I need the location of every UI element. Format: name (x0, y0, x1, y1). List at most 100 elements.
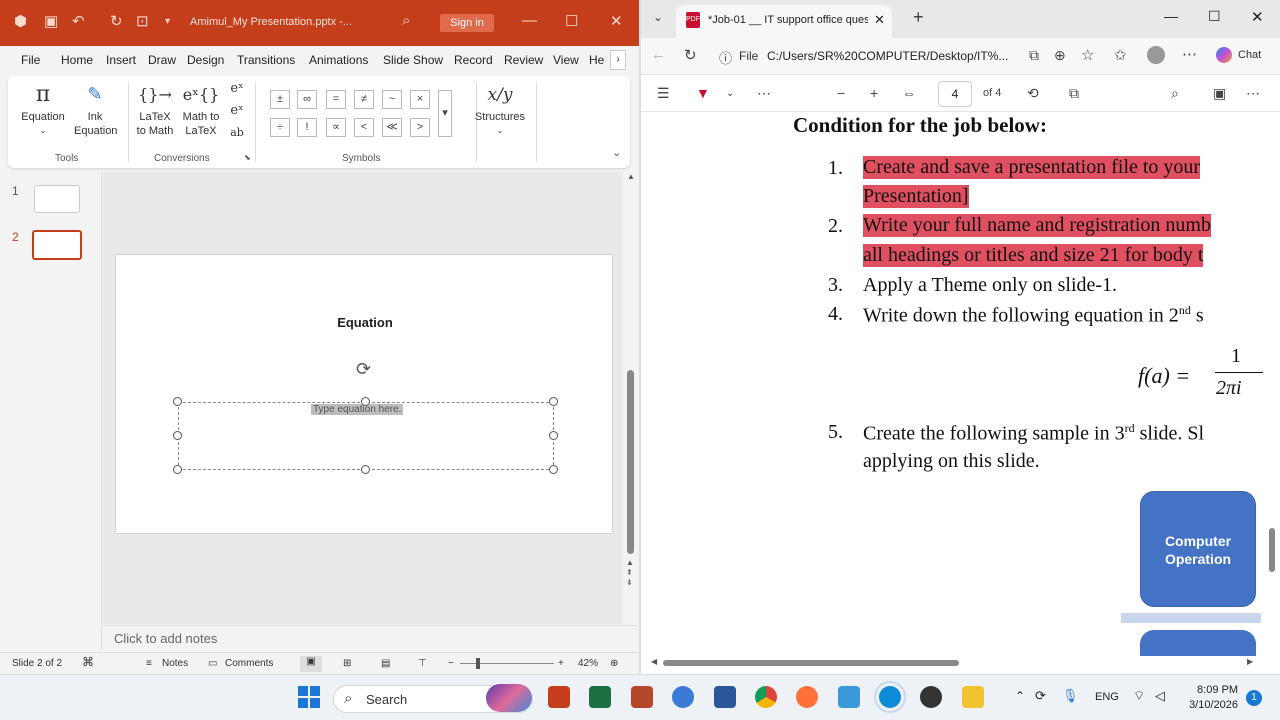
symbol-not-equal[interactable]: ≠ (354, 90, 374, 109)
maximize-icon[interactable]: ☐ (1208, 8, 1221, 25)
present-icon[interactable]: ⊡ (136, 12, 149, 30)
chevron-down-icon[interactable]: ⌄ (726, 88, 734, 99)
tab-animations[interactable]: Animations (309, 53, 368, 67)
more-tools-icon[interactable]: ⋯ (757, 85, 771, 102)
notes-button[interactable]: Notes (162, 658, 188, 669)
scrollbar-thumb[interactable] (627, 370, 634, 554)
back-icon[interactable]: ← (651, 46, 666, 63)
tab-record[interactable]: Record (454, 53, 493, 67)
close-icon[interactable]: ✕ (1251, 8, 1264, 26)
powerpoint-taskbar-icon[interactable] (548, 686, 570, 708)
zoom-out-icon[interactable]: − (837, 85, 845, 101)
symbol-less-than[interactable]: < (354, 118, 374, 137)
resize-handle[interactable] (173, 397, 182, 406)
symbol-tilde[interactable]: ~ (382, 90, 402, 109)
app-taskbar-icon[interactable] (672, 686, 694, 708)
zoom-level[interactable]: 42% (578, 658, 598, 669)
search-icon[interactable]: ⌕ (402, 12, 410, 29)
scroll-left-icon[interactable]: ◀ (651, 657, 657, 666)
math-to-latex-button[interactable]: eˣ{} Math to LaTeX (180, 80, 222, 138)
draw-icon[interactable]: ▼ (696, 85, 710, 101)
zoom-icon[interactable]: ⊕ (1054, 47, 1066, 64)
language-indicator[interactable]: ENG (1095, 691, 1119, 703)
rotate-icon[interactable]: ⟲ (1027, 85, 1039, 102)
symbol-divide[interactable]: ÷ (270, 118, 290, 137)
profile-avatar[interactable] (1147, 46, 1165, 64)
symbol-equals[interactable]: = (326, 90, 346, 109)
scroll-right-icon[interactable]: ▶ (1247, 657, 1253, 666)
resize-handle[interactable] (549, 431, 558, 440)
access-taskbar-icon[interactable] (631, 686, 653, 708)
word-taskbar-icon[interactable] (714, 686, 736, 708)
microphone-icon[interactable]: 🎙 (1062, 688, 1079, 704)
save-icon[interactable]: ▣ (1213, 85, 1226, 102)
fit-width-icon[interactable]: ⇔ (902, 85, 916, 101)
slideshow-view-icon[interactable]: ⊤ (418, 658, 427, 669)
tray-app-icon[interactable]: ⟳ (1035, 688, 1046, 704)
more-menu-icon[interactable]: ⋯ (1246, 85, 1260, 102)
sign-in-button[interactable]: Sign in (440, 14, 494, 32)
resize-handle[interactable] (173, 431, 182, 440)
tab-design[interactable]: Design (187, 53, 224, 67)
symbol-much-less-than[interactable]: ≪ (382, 118, 402, 137)
zoom-slider[interactable] (460, 663, 554, 664)
resize-handle[interactable] (549, 465, 558, 474)
minimize-icon[interactable]: — (1164, 8, 1178, 24)
slide-vertical-scrollbar[interactable]: ▲ ▲ ⇞ ⇟ (625, 172, 637, 602)
system-clock[interactable]: 8:09 PM 3/10/2026 (1188, 683, 1238, 713)
scroll-up-icon[interactable]: ▲ (627, 172, 635, 181)
slide-thumbnail-2[interactable] (32, 230, 82, 260)
scrollbar-thumb[interactable] (663, 660, 959, 666)
slide-canvas[interactable]: Equation ⟳ Type equation here. (115, 254, 613, 534)
symbol-factorial[interactable]: ! (297, 118, 317, 137)
zoom-slider-thumb[interactable] (476, 658, 480, 669)
copilot-icon[interactable] (1216, 47, 1232, 63)
symbol-plus-minus[interactable]: ± (270, 90, 290, 109)
tab-file[interactable]: File (21, 53, 40, 67)
comments-icon[interactable]: ▭ (208, 658, 217, 669)
prev-next-slide-icon[interactable]: ▲ ⇞ ⇟ (626, 558, 634, 588)
save-icon[interactable]: ▣ (44, 12, 58, 30)
new-tab-icon[interactable]: + (913, 7, 924, 28)
undo-icon[interactable]: ↶ (72, 12, 85, 30)
notes-placeholder[interactable]: Click to add notes (114, 631, 217, 646)
firefox-taskbar-icon[interactable] (796, 686, 818, 708)
tab-insert[interactable]: Insert (106, 53, 136, 67)
volume-icon[interactable]: ◁ (1155, 688, 1165, 704)
ink-equation-button[interactable]: ✎ Ink Equation (74, 80, 117, 138)
notes-toggle-icon[interactable]: ≡ (146, 658, 152, 669)
maximize-icon[interactable]: ☐ (565, 12, 578, 30)
info-icon[interactable]: ⓘ (719, 48, 732, 67)
file-explorer-taskbar-icon[interactable] (962, 686, 984, 708)
resize-handle[interactable] (361, 465, 370, 474)
slide-title[interactable]: Equation (116, 315, 614, 330)
url-field[interactable]: C:/Users/SR%20COMPUTER/Desktop/IT%... (767, 43, 1087, 69)
favorite-star-icon[interactable]: ☆ (1081, 46, 1094, 64)
comments-button[interactable]: Comments (225, 658, 273, 669)
tab-actions-icon[interactable]: ⌄ (653, 10, 663, 24)
obs-taskbar-icon[interactable] (920, 686, 942, 708)
taskbar-search[interactable]: ⌕ Search (333, 684, 533, 713)
tabs-scroll-right-icon[interactable]: › (610, 50, 626, 70)
equation-placeholder[interactable]: Type equation here. (311, 404, 404, 415)
pdf-vertical-scrollbar[interactable] (1266, 118, 1278, 658)
dialog-launcher-icon[interactable]: ⬊ (244, 153, 251, 162)
latex-to-math-button[interactable]: {}→ LaTeX to Math (134, 80, 176, 138)
zoom-in-icon[interactable]: + (870, 85, 878, 101)
slide-thumbnail-1[interactable] (34, 185, 80, 213)
symbol-infinity[interactable]: ∞ (297, 90, 317, 109)
collapse-ribbon-icon[interactable]: ⌄ (612, 146, 621, 159)
app-taskbar-icon[interactable] (838, 686, 860, 708)
chrome-taskbar-icon[interactable] (755, 686, 777, 708)
symbol-greater-than[interactable]: > (410, 118, 430, 137)
chat-button[interactable]: Chat (1238, 49, 1261, 61)
chevron-up-icon[interactable]: ⌃ (1015, 689, 1025, 703)
tab-review[interactable]: Review (504, 53, 543, 67)
zoom-in-icon[interactable]: + (558, 658, 564, 669)
browser-tab-active[interactable]: PDF *Job-01 __ IT support office quest ✕ (676, 5, 892, 38)
close-icon[interactable]: ✕ (610, 12, 623, 30)
notes-pane[interactable]: Click to add notes (103, 625, 638, 650)
more-menu-icon[interactable]: ⋯ (1182, 45, 1197, 63)
symbol-proportional[interactable]: ∝ (326, 118, 346, 137)
equation-button[interactable]: π Equation ⌄ (20, 80, 66, 138)
